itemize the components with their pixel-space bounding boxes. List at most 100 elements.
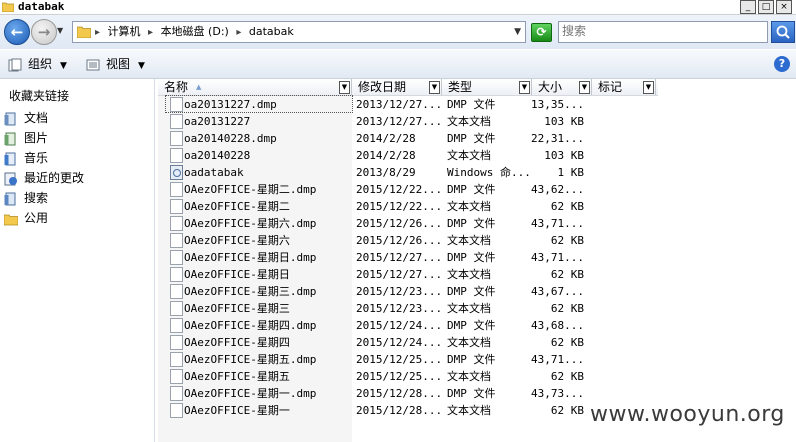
file-size: 43,71... — [531, 217, 584, 230]
file-size: 43,62... — [531, 183, 584, 196]
file-date: 2015/12/28... — [356, 387, 442, 400]
address-bar[interactable]: ▸ 计算机 ▸ 本地磁盘 (D:) ▸ databak ▼ — [72, 21, 526, 43]
music-icon — [4, 152, 16, 165]
forward-button[interactable]: → — [31, 19, 57, 45]
file-row[interactable]: OAezOFFICE-星期五 2015/12/25... 文本文档 62 KB — [158, 368, 658, 385]
nav-item-label: 图片 — [24, 131, 49, 145]
nav-item-public[interactable]: 公用 — [4, 209, 48, 227]
file-row[interactable]: OAezOFFICE-星期一.dmp 2015/12/28... DMP 文件 43,… — [158, 385, 658, 402]
file-date: 2015/12/22... — [356, 200, 442, 213]
maximize-button[interactable]: □ — [758, 0, 774, 14]
file-date: 2013/8/29 — [356, 166, 416, 179]
breadcrumb-separator[interactable]: ▸ — [95, 27, 100, 38]
file-row[interactable]: OAezOFFICE-星期一 2015/12/28... 文本文档 62 KB — [158, 402, 658, 419]
column-header-size[interactable]: 大小 ▼ — [532, 79, 592, 95]
file-name: oa20131227.dmp — [184, 98, 277, 111]
file-name: OAezOFFICE-星期四.dmp — [184, 319, 317, 332]
file-date: 2015/12/23... — [356, 302, 442, 315]
file-row[interactable]: oa20131227 2013/12/27... 文本文档 103 KB — [158, 113, 658, 130]
refresh-button[interactable]: ⟳ — [531, 23, 552, 42]
column-header-type[interactable]: 类型 ▼ — [442, 79, 532, 95]
organize-icon — [8, 58, 22, 71]
help-button[interactable]: ? — [774, 56, 790, 72]
file-name: OAezOFFICE-星期日 — [184, 268, 290, 281]
file-row[interactable]: oadatabak 2013/8/29 Windows 命... 1 KB — [158, 164, 658, 181]
file-name: OAezOFFICE-星期二.dmp — [184, 183, 317, 196]
file-row[interactable]: OAezOFFICE-星期六.dmp 2015/12/26... DMP 文件 43,… — [158, 215, 658, 232]
column-label: 名称 — [164, 80, 189, 94]
watermark: www.wooyun.org — [590, 402, 785, 427]
file-row[interactable]: oa20140228 2014/2/28 文本文档 103 KB — [158, 147, 658, 164]
file-row[interactable]: OAezOFFICE-星期三.dmp 2015/12/23... DMP 文件 43,… — [158, 283, 658, 300]
search-input[interactable] — [559, 22, 762, 40]
column-filter-dropdown[interactable]: ▼ — [339, 81, 350, 94]
recent-pages-dropdown[interactable]: ▼ — [57, 27, 65, 35]
breadcrumb-computer[interactable]: 计算机 — [108, 25, 141, 38]
navigation-pane: 收藏夹链接 文档 图片 音乐 最近的更改 搜索 公用 — [0, 79, 155, 442]
file-name: OAezOFFICE-星期二 — [184, 200, 290, 213]
view-menu[interactable]: 视图 ▼ — [86, 50, 145, 78]
column-header-date[interactable]: 修改日期 ▼ — [352, 79, 442, 95]
organize-menu[interactable]: 组织 ▼ — [8, 50, 67, 78]
pictures-icon — [4, 132, 16, 145]
nav-item-recent-changes[interactable]: 最近的更改 — [4, 169, 84, 187]
column-header-name[interactable]: 名称 ▲ ▼ — [158, 79, 352, 95]
file-date: 2014/2/28 — [356, 132, 416, 145]
file-row[interactable]: OAezOFFICE-星期日.dmp 2015/12/27... DMP 文件 43,… — [158, 249, 658, 266]
breadcrumb-local-disk[interactable]: 本地磁盘 (D:) — [161, 25, 229, 38]
close-button[interactable]: × — [776, 0, 792, 14]
back-button[interactable]: ← — [4, 19, 30, 45]
file-type: 文本文档 — [447, 370, 491, 383]
file-icon — [170, 148, 183, 163]
file-size: 62 KB — [550, 370, 584, 383]
file-date: 2015/12/22... — [356, 183, 442, 196]
file-size: 1 KB — [557, 166, 585, 179]
file-row[interactable]: oa20140228.dmp 2014/2/28 DMP 文件 22,31... — [158, 130, 658, 147]
file-date: 2015/12/28... — [356, 404, 442, 417]
file-name: OAezOFFICE-星期三 — [184, 302, 290, 315]
column-filter-dropdown[interactable]: ▼ — [643, 81, 654, 94]
nav-item-documents[interactable]: 文档 — [4, 109, 48, 127]
file-row[interactable]: OAezOFFICE-星期四 2015/12/24... 文本文档 62 KB — [158, 334, 658, 351]
file-row[interactable]: OAezOFFICE-星期四.dmp 2015/12/24... DMP 文件 43,… — [158, 317, 658, 334]
file-type: Windows 命... — [447, 166, 531, 179]
file-size: 22,31... — [531, 132, 584, 145]
file-icon — [170, 250, 183, 265]
file-type: 文本文档 — [447, 149, 491, 162]
file-row[interactable]: oa20131227.dmp 2013/12/27... DMP 文件 13,35..… — [158, 95, 658, 113]
file-row[interactable]: OAezOFFICE-星期二 2015/12/22... 文本文档 62 KB — [158, 198, 658, 215]
column-filter-dropdown[interactable]: ▼ — [519, 81, 530, 94]
file-size: 62 KB — [550, 268, 584, 281]
favorite-links-heading: 收藏夹链接 — [9, 89, 70, 103]
breadcrumb-databak[interactable]: databak — [249, 25, 294, 38]
file-icon — [170, 131, 183, 146]
breadcrumb-separator[interactable]: ▸ — [148, 27, 153, 38]
file-row[interactable]: OAezOFFICE-星期六 2015/12/26... 文本文档 62 KB — [158, 232, 658, 249]
file-row[interactable]: OAezOFFICE-星期三 2015/12/23... 文本文档 62 KB — [158, 300, 658, 317]
column-filter-dropdown[interactable]: ▼ — [429, 81, 440, 94]
file-icon — [170, 199, 183, 214]
address-dropdown-button[interactable]: ▼ — [514, 22, 521, 42]
file-size: 103 KB — [544, 115, 584, 128]
file-row[interactable]: OAezOFFICE-星期五.dmp 2015/12/25... DMP 文件 43,… — [158, 351, 658, 368]
file-type: 文本文档 — [447, 302, 491, 315]
file-type: DMP 文件 — [447, 353, 496, 366]
column-filter-dropdown[interactable]: ▼ — [579, 81, 590, 94]
nav-item-label: 最近的更改 — [24, 171, 85, 185]
file-type: DMP 文件 — [447, 251, 496, 264]
file-icon — [170, 301, 183, 316]
nav-item-search[interactable]: 搜索 — [4, 189, 48, 207]
file-type: DMP 文件 — [447, 217, 496, 230]
breadcrumb-separator[interactable]: ▸ — [236, 27, 241, 38]
search-box[interactable] — [558, 21, 768, 43]
column-header-tags[interactable]: 标记 ▼ — [592, 79, 656, 95]
column-label: 大小 — [538, 80, 563, 94]
file-row[interactable]: OAezOFFICE-星期二.dmp 2015/12/22... DMP 文件 43,… — [158, 181, 658, 198]
search-button[interactable] — [771, 21, 795, 43]
sort-ascending-icon: ▲ — [196, 83, 202, 91]
nav-item-pictures[interactable]: 图片 — [4, 129, 48, 147]
title-bar: databak _ □ × — [0, 0, 796, 15]
minimize-button[interactable]: _ — [740, 0, 756, 14]
file-row[interactable]: OAezOFFICE-星期日 2015/12/27... 文本文档 62 KB — [158, 266, 658, 283]
nav-item-music[interactable]: 音乐 — [4, 149, 48, 167]
